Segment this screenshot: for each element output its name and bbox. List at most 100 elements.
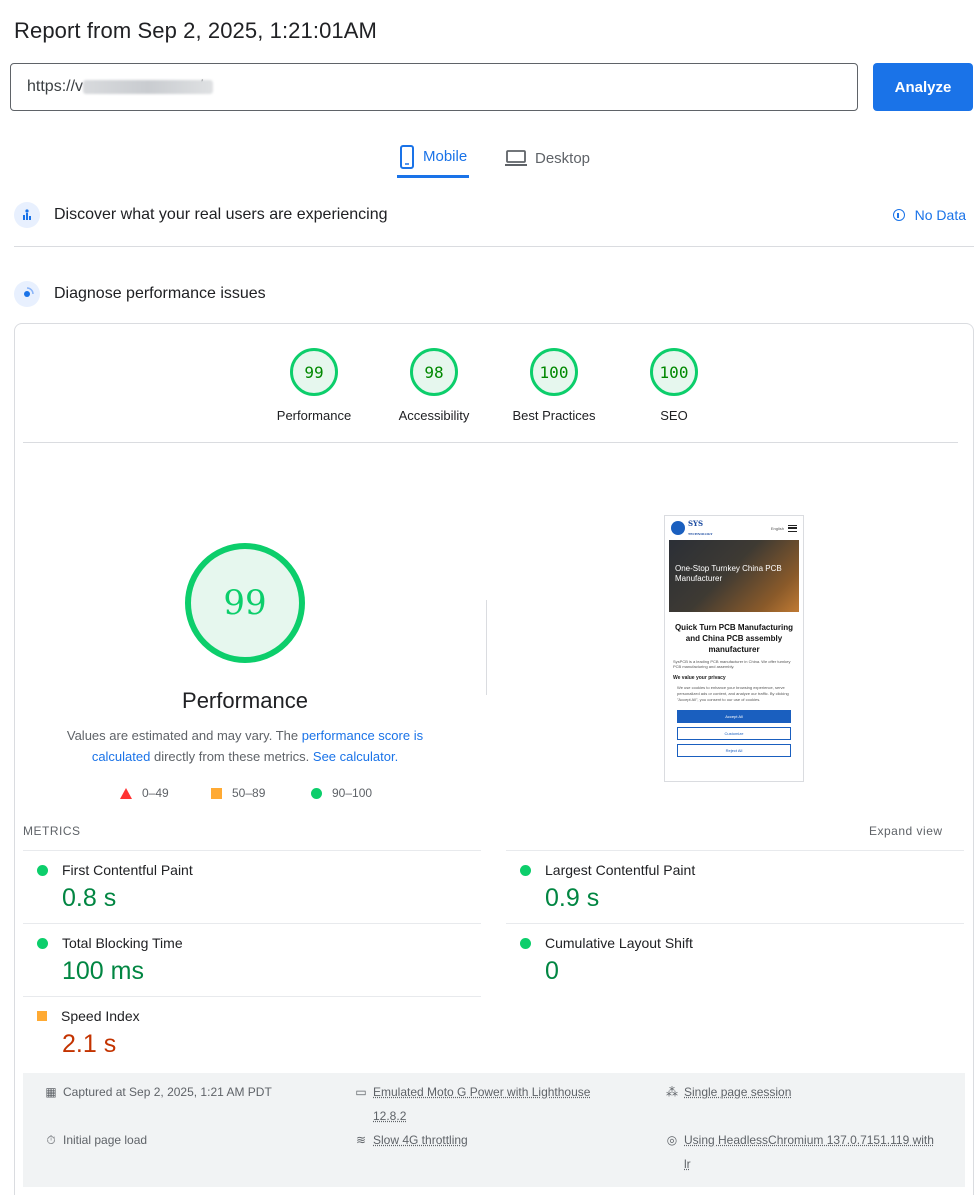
initial-load: ⏱ Initial page load xyxy=(45,1128,147,1152)
gauge-score: 99 xyxy=(290,348,338,396)
metric-value: 100 ms xyxy=(62,957,144,985)
no-data-status[interactable]: No Data xyxy=(892,207,966,223)
wifi-signal-icon: ≋ xyxy=(355,1133,367,1147)
hamburger-menu-icon xyxy=(788,524,797,532)
ss-privacy-title: We value your privacy xyxy=(673,675,726,681)
gauge-performance[interactable]: 99 Performance xyxy=(264,348,364,423)
session-type-text: Single page session xyxy=(684,1085,792,1099)
ss-logo-icon xyxy=(671,521,685,535)
metric-cls: Cumulative Layout Shift 0 xyxy=(520,935,960,986)
field-data-label: Discover what your real users are experi… xyxy=(54,206,388,223)
metric-value: 0.8 s xyxy=(62,884,117,912)
fail-triangle-icon xyxy=(120,787,132,799)
report-title: Report from Sep 2, 2025, 1:21:01AM xyxy=(14,18,377,43)
gauge-score: 98 xyxy=(410,348,458,396)
desc-text-1: Values are estimated and may vary. The xyxy=(66,728,302,743)
browser-info-text: Using HeadlessChromium 137.0.7151.119 wi… xyxy=(684,1133,934,1147)
lab-data-section: Diagnose performance issues xyxy=(14,281,974,307)
gauge-score: 100 xyxy=(530,348,578,396)
metric-value: 0 xyxy=(545,957,559,985)
gauge-seo[interactable]: 100 SEO xyxy=(624,348,724,423)
metric-fcp: First Contentful Paint 0.8 s xyxy=(37,862,477,913)
metric-tbt: Total Blocking Time 100 ms xyxy=(37,935,477,986)
metric-name: Cumulative Layout Shift xyxy=(545,935,693,951)
performance-description: Values are estimated and may vary. The p… xyxy=(60,725,430,767)
see-calculator-link[interactable]: See calculator. xyxy=(313,749,398,764)
metric-divider xyxy=(23,923,481,924)
metric-value: 2.1 s xyxy=(62,1030,117,1058)
metric-value: 0.9 s xyxy=(545,884,600,912)
ss-body: SysPCB is a leading PCB manufacturer in … xyxy=(673,659,791,669)
emulated-device[interactable]: ▭ Emulated Moto G Power with Lighthouse … xyxy=(355,1080,625,1128)
gauge-score: 100 xyxy=(650,348,698,396)
gauge-label: Performance xyxy=(276,408,352,423)
initial-load-text: Initial page load xyxy=(63,1133,148,1147)
ss-header: SYS TECHNOLOGY English xyxy=(665,516,803,540)
legend-pass-label: 90–100 xyxy=(332,786,373,800)
average-square-icon xyxy=(37,1011,47,1021)
metrics-heading: METRICS xyxy=(23,824,81,838)
pass-circle-icon xyxy=(520,864,531,876)
metric-lcp: Largest Contentful Paint 0.9 s xyxy=(520,862,960,913)
tab-desktop[interactable]: Desktop xyxy=(505,138,590,178)
legend-fail-label: 0–49 xyxy=(142,786,169,800)
ss-privacy-text: We use cookies to enhance your browsing … xyxy=(677,685,789,702)
pass-circle-icon xyxy=(311,787,322,799)
gauge-label: Accessibility xyxy=(398,408,470,423)
ss-header-right: English xyxy=(770,524,797,532)
legend-average: 50–89 xyxy=(211,786,265,800)
throttling-text: Slow 4G throttling xyxy=(373,1133,468,1147)
metric-divider xyxy=(506,850,964,851)
throttling[interactable]: ≋ Slow 4G throttling xyxy=(355,1128,468,1152)
chrome-icon: ◎ xyxy=(666,1133,678,1147)
vertical-separator xyxy=(486,600,487,695)
metric-divider xyxy=(23,996,481,997)
url-redaction xyxy=(83,80,213,94)
analyze-button[interactable]: Analyze xyxy=(873,63,973,111)
metric-name: Speed Index xyxy=(61,1008,140,1024)
metric-name: First Contentful Paint xyxy=(62,862,193,878)
captured-at: ▦ Captured at Sep 2, 2025, 1:21 AM PDT xyxy=(45,1080,271,1104)
metric-name: Total Blocking Time xyxy=(62,935,183,951)
gauge-label: SEO xyxy=(660,408,688,423)
gauge-label: Best Practices xyxy=(512,408,596,423)
calendar-icon: ▦ xyxy=(45,1085,57,1099)
pass-circle-icon xyxy=(37,937,48,949)
devices-icon: ▭ xyxy=(355,1085,367,1099)
metric-divider xyxy=(23,850,481,851)
session-icon: ⁂ xyxy=(666,1085,678,1099)
field-data-section[interactable]: Discover what your real users are experi… xyxy=(14,202,974,228)
ss-logo-text: SYS xyxy=(688,519,704,528)
legend-average-label: 50–89 xyxy=(232,786,266,800)
legend-fail: 0–49 xyxy=(120,786,169,800)
tab-mobile-label: Mobile xyxy=(423,148,468,165)
browser-info-text-2: lr xyxy=(684,1157,691,1171)
metric-divider xyxy=(506,923,964,924)
session-type[interactable]: ⁂ Single page session xyxy=(666,1080,791,1104)
tab-mobile[interactable]: Mobile xyxy=(397,138,470,178)
pass-circle-icon xyxy=(37,864,48,876)
ss-lang: English xyxy=(770,525,784,531)
expand-view-toggle[interactable]: Expand view xyxy=(869,824,943,838)
page-screenshot[interactable]: SYS TECHNOLOGY English One-Stop Turnkey … xyxy=(664,515,804,782)
lab-data-label: Diagnose performance issues xyxy=(54,285,266,302)
timer-icon: ⏱ xyxy=(46,1133,56,1147)
ss-customize-button: Customize xyxy=(677,727,791,740)
users-chart-icon xyxy=(14,202,40,228)
gauges-divider xyxy=(23,442,958,443)
gauge-accessibility[interactable]: 98 Accessibility xyxy=(384,348,484,423)
average-square-icon xyxy=(211,787,222,799)
ss-hero: One-Stop Turnkey China PCB Manufacturer xyxy=(669,540,799,612)
desktop-monitor-icon xyxy=(505,150,527,166)
performance-score-gauge: 99 xyxy=(185,543,305,663)
ss-accept-button: Accept All xyxy=(677,710,791,723)
ss-heading: Quick Turn PCB Manufacturing and China P… xyxy=(674,623,794,654)
section-divider xyxy=(14,246,974,247)
emulated-version-text: 12.8.2 xyxy=(373,1109,407,1123)
diagnose-icon xyxy=(14,281,40,307)
browser-info[interactable]: ◎ Using HeadlessChromium 137.0.7151.119 … xyxy=(666,1128,956,1176)
gauge-best-practices[interactable]: 100 Best Practices xyxy=(504,348,604,423)
info-icon xyxy=(892,209,905,221)
ss-logo-sub: TECHNOLOGY xyxy=(688,532,713,536)
tab-desktop-label: Desktop xyxy=(535,149,591,167)
